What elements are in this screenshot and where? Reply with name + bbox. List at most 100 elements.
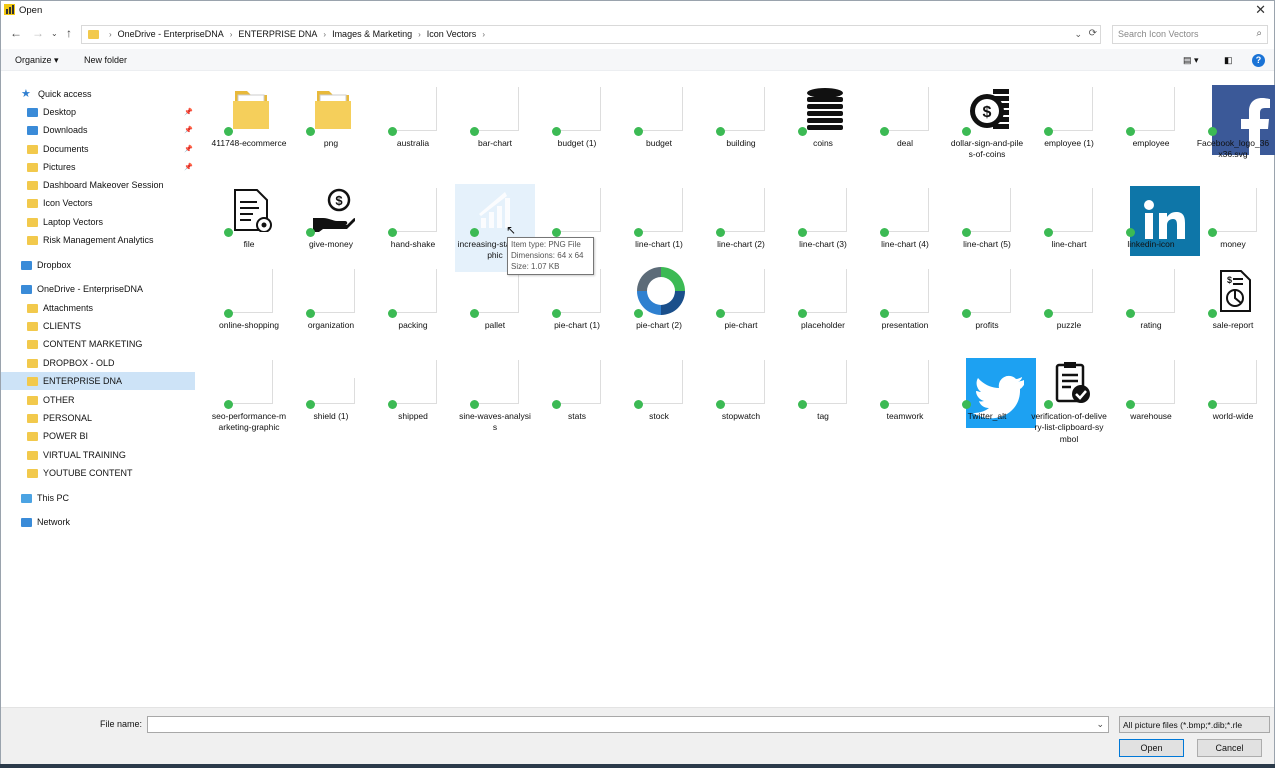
chevron-right-icon[interactable]: › [482,30,485,39]
file-item[interactable]: online-shopping [209,265,289,353]
file-item[interactable]: line-chart (4) [865,184,945,272]
sidebar-item[interactable]: Laptop Vectors [1,213,195,231]
sidebar-item[interactable]: CONTENT MARKETING [1,335,195,353]
file-item[interactable]: organization [291,265,371,353]
sidebar-item[interactable]: Documents 📌 [1,140,195,158]
file-item[interactable]: Twitter_alt [947,356,1036,444]
file-item[interactable]: employee [1111,83,1191,171]
file-item[interactable]: budget [619,83,699,171]
file-item[interactable]: pallet [455,265,535,353]
file-item[interactable]: packing [373,265,453,353]
file-item[interactable]: $ dollar-sign-and-piles-of-coins [947,83,1027,171]
breadcrumb-item[interactable]: Icon Vectors [427,29,477,39]
file-item[interactable]: $ give-money [291,184,371,272]
file-item[interactable]: line-chart (1) [619,184,699,272]
address-dropdown-icon[interactable]: ⌄ [1074,29,1082,40]
file-item[interactable]: puzzle [1029,265,1109,353]
breadcrumb-item[interactable]: ENTERPRISE DNA [238,29,317,39]
file-item[interactable]: linkedin-icon [1111,184,1200,272]
sidebar-item[interactable]: ★ Quick access [1,85,195,103]
sidebar-item[interactable]: VIRTUAL TRAINING [1,446,195,464]
cancel-button[interactable]: Cancel [1197,739,1262,757]
file-item[interactable]: line-chart (3) [783,184,863,272]
address-bar[interactable]: › OneDrive - EnterpriseDNA › ENTERPRISE … [81,25,1101,44]
view-options-icon[interactable]: ▤ ▾ [1183,55,1199,66]
file-item[interactable]: pie-chart [701,265,781,353]
organize-button[interactable]: Organize ▾ [15,55,59,66]
file-item[interactable]: 411748-ecommerce [209,83,289,171]
file-item[interactable]: employee (1) [1029,83,1109,171]
chevron-right-icon[interactable]: › [109,30,112,39]
sidebar-item[interactable]: This PC [1,489,195,507]
sidebar-item[interactable]: Dropbox [1,256,195,274]
sidebar-item[interactable]: PERSONAL [1,409,195,427]
file-name-input[interactable]: ⌄ [147,716,1109,733]
search-icon[interactable]: ⌕ [1256,28,1262,39]
sidebar-item[interactable]: Dashboard Makeover Session [1,176,195,194]
chevron-right-icon[interactable]: › [418,30,421,39]
file-item[interactable]: hand-shake [373,184,453,272]
sidebar-item[interactable]: Downloads 📌 [1,121,195,139]
file-item[interactable]: verification-of-delivery-list-clipboard-… [1029,356,1109,444]
sidebar-item[interactable]: Pictures 📌 [1,158,195,176]
file-item[interactable]: world-wide [1193,356,1273,444]
sidebar-item[interactable]: Desktop 📌 [1,103,195,121]
file-item[interactable]: shipped [373,356,453,444]
file-item[interactable]: coins [783,83,863,171]
sidebar-item[interactable]: YOUTUBE CONTENT [1,464,195,482]
sidebar-item[interactable]: Icon Vectors [1,194,195,212]
sidebar-item[interactable]: Network [1,513,195,531]
file-item[interactable]: shield (1) [291,356,371,444]
file-item[interactable]: $ sale-report [1193,265,1273,353]
file-item[interactable]: deal [865,83,945,171]
file-item[interactable]: money [1193,184,1273,272]
file-item[interactable]: stopwatch [701,356,781,444]
refresh-icon[interactable]: ⟳ [1089,28,1097,39]
sidebar-item[interactable]: DROPBOX - OLD [1,354,195,372]
preview-pane-icon[interactable]: ◧ [1224,55,1233,66]
open-button[interactable]: Open [1119,739,1184,757]
file-item[interactable]: pie-chart (2) [619,265,699,353]
file-item[interactable]: line-chart [1029,184,1109,272]
file-item[interactable]: Facebook_logo_36x36.svg [1193,83,1275,171]
file-item[interactable]: building [701,83,781,171]
file-item[interactable]: warehouse [1111,356,1191,444]
help-icon[interactable]: ? [1252,54,1265,67]
file-item[interactable]: presentation [865,265,945,353]
back-arrow-icon[interactable]: ← [10,26,22,40]
sidebar-item[interactable]: Risk Management Analytics [1,231,195,249]
chevron-down-icon[interactable]: ⌄ [1096,719,1104,730]
chevron-right-icon[interactable]: › [323,30,326,39]
file-item[interactable]: australia [373,83,453,171]
file-item[interactable]: teamwork [865,356,945,444]
sidebar-item[interactable]: Attachments [1,299,195,317]
file-item[interactable]: placeholder [783,265,863,353]
recent-locations-chevron-icon[interactable]: ⌄ [51,29,58,38]
file-item[interactable]: file [209,184,289,272]
file-item[interactable]: pie-chart (1) [537,265,617,353]
file-item[interactable]: bar-chart [455,83,535,171]
file-item[interactable]: line-chart (5) [947,184,1027,272]
new-folder-button[interactable]: New folder [84,55,127,65]
sidebar-item[interactable]: POWER BI [1,427,195,445]
sidebar-item[interactable]: CLIENTS [1,317,195,335]
file-item[interactable]: tag [783,356,863,444]
file-item[interactable]: sine-waves-analysis [455,356,535,444]
close-icon[interactable]: ✕ [1255,2,1266,18]
chevron-right-icon[interactable]: › [230,30,233,39]
up-arrow-icon[interactable]: ↑ [66,26,72,40]
file-item[interactable]: rating [1111,265,1191,353]
file-item[interactable]: profits [947,265,1027,353]
file-item[interactable]: line-chart (2) [701,184,781,272]
forward-arrow-icon[interactable]: → [32,26,44,40]
sidebar-item[interactable]: OTHER [1,391,195,409]
sidebar-item[interactable]: OneDrive - EnterpriseDNA [1,280,195,298]
search-input[interactable]: Search Icon Vectors ⌕ [1112,25,1268,44]
file-item[interactable]: stats [537,356,617,444]
file-item[interactable]: stock [619,356,699,444]
file-item[interactable]: budget (1) [537,83,617,171]
file-item[interactable]: seo-performance-marketing-graphic [209,356,289,444]
breadcrumb-item[interactable]: Images & Marketing [332,29,412,39]
file-item[interactable]: png [291,83,371,171]
breadcrumb-item[interactable]: OneDrive - EnterpriseDNA [118,29,224,39]
